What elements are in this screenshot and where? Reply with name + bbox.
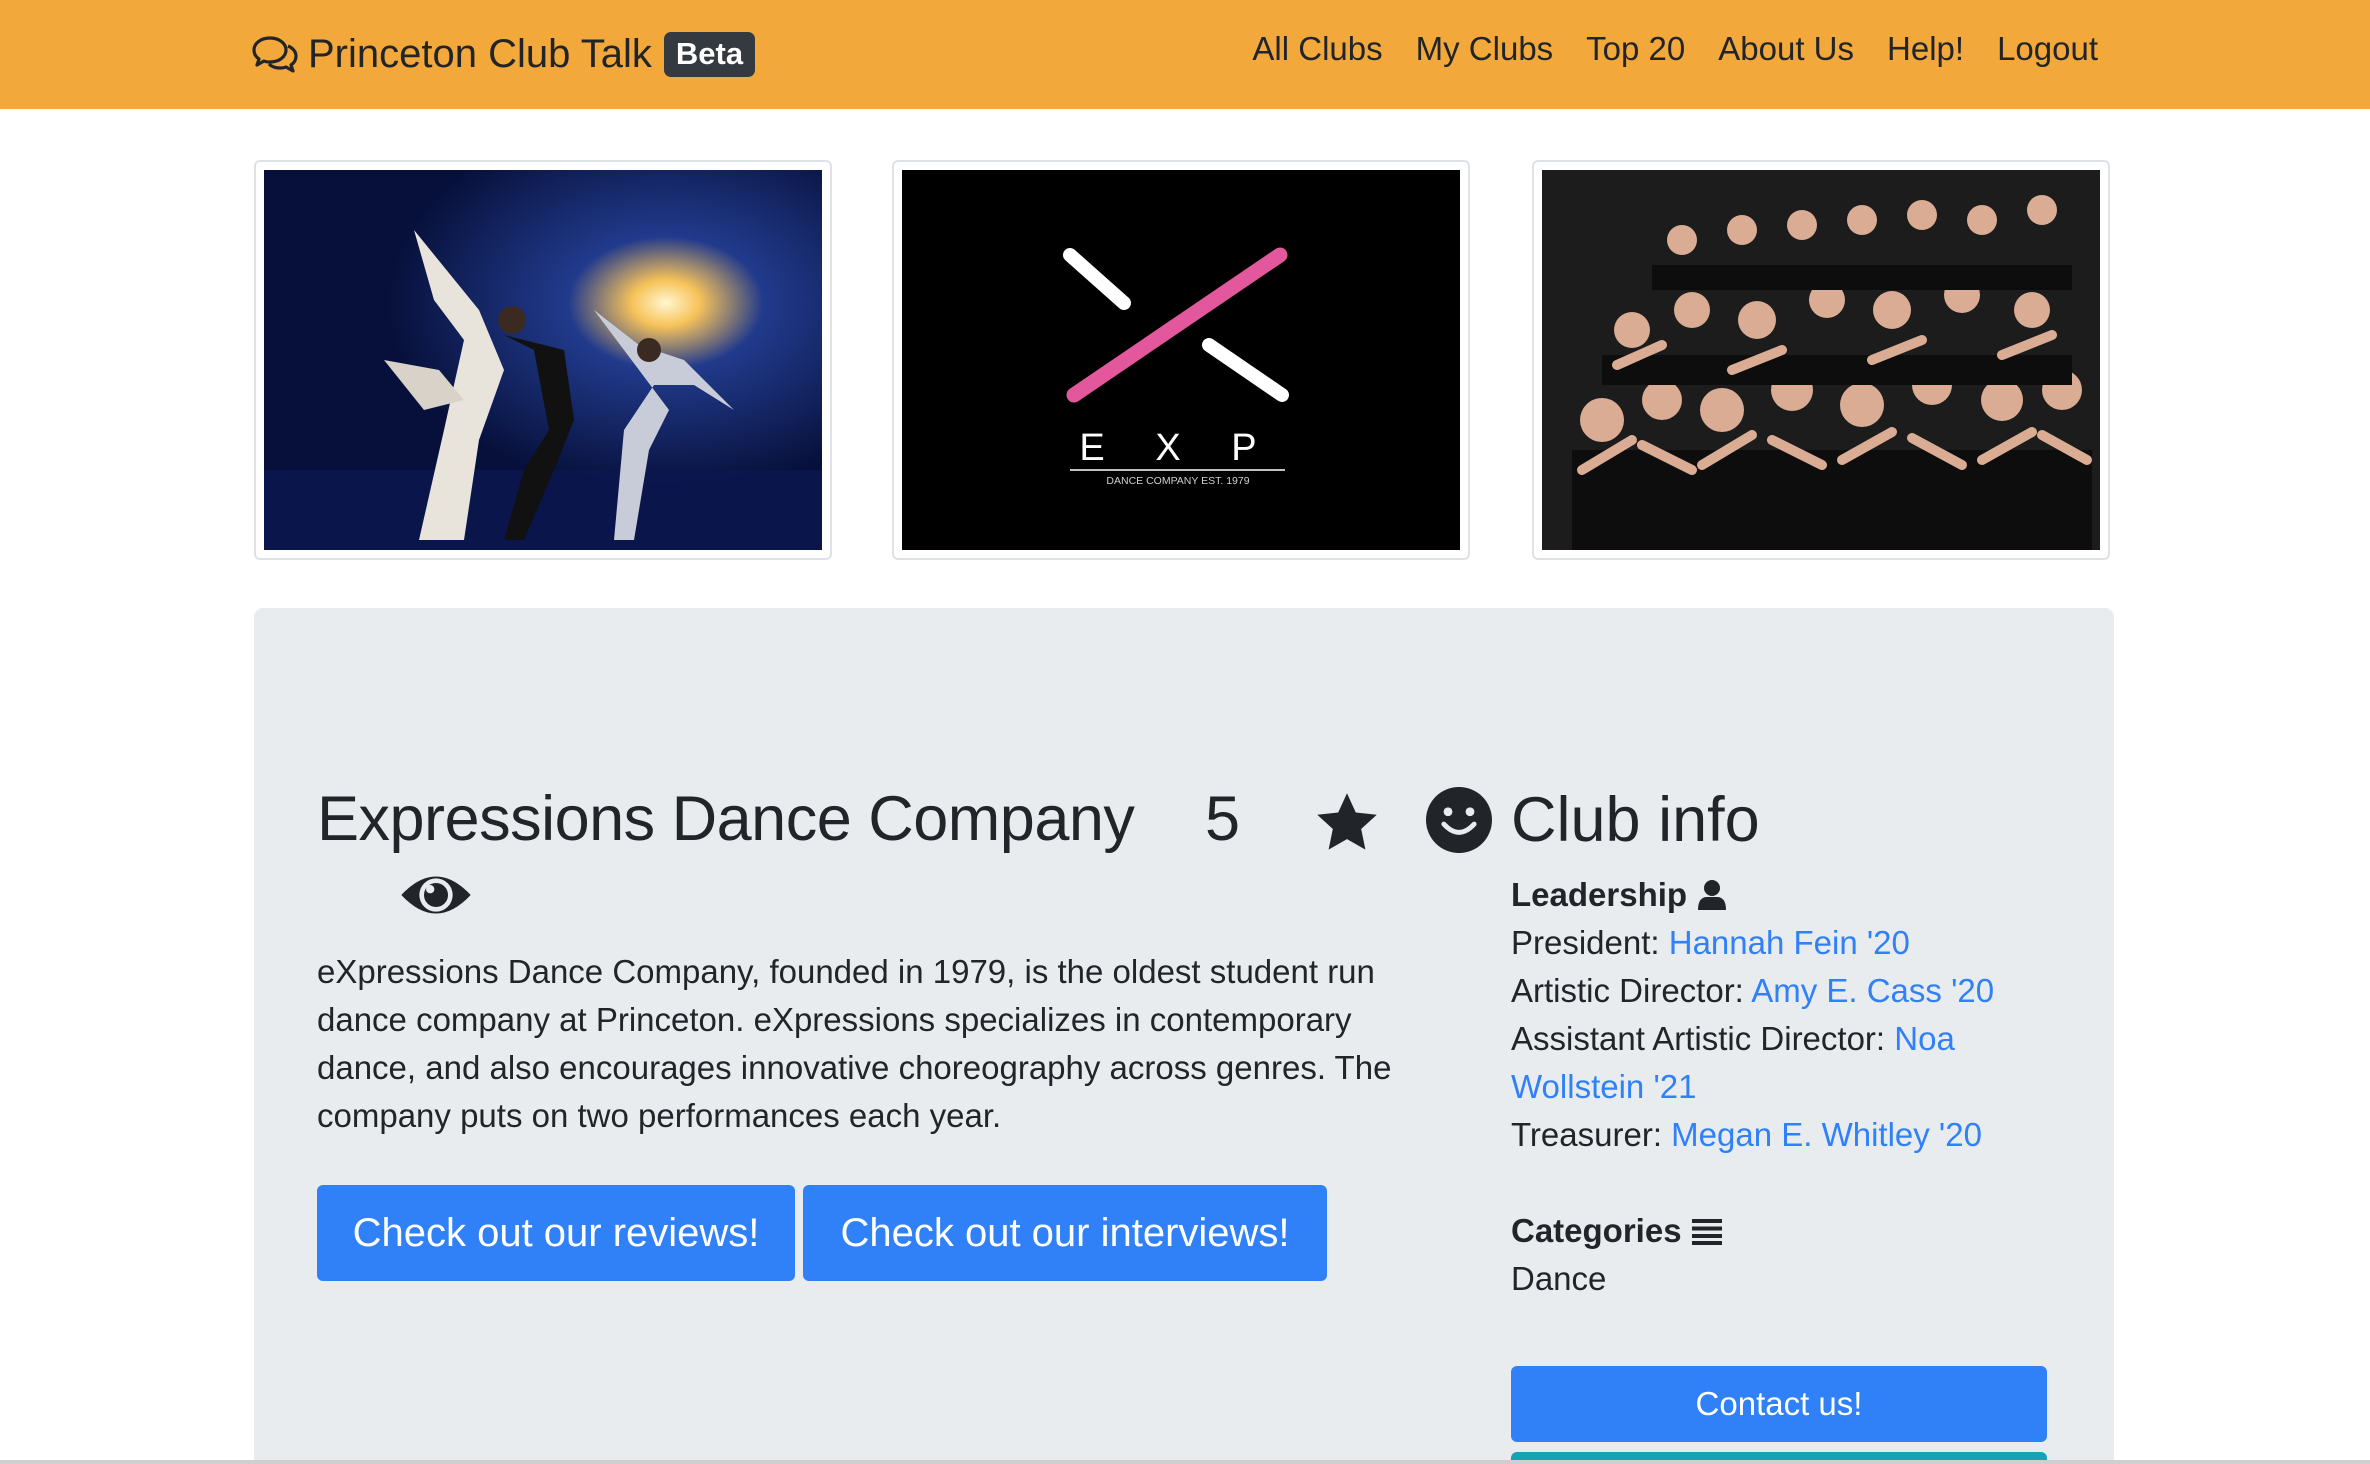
gallery-thumb-group[interactable] bbox=[1532, 160, 2110, 560]
leadership-heading: Leadership bbox=[1511, 871, 2047, 919]
navbar: Princeton Club Talk Beta All Clubs My Cl… bbox=[0, 0, 2370, 109]
list-icon bbox=[1691, 1219, 1722, 1245]
categories-heading: Categories bbox=[1511, 1207, 2047, 1255]
group-photo-icon bbox=[1542, 170, 2100, 550]
reviews-button[interactable]: Check out our reviews! bbox=[317, 1185, 795, 1281]
chat-bubbles-icon bbox=[252, 36, 298, 73]
leader-role: Artistic Director: bbox=[1511, 972, 1752, 1009]
brand[interactable]: Princeton Club Talk Beta bbox=[252, 26, 756, 82]
nav-top-20[interactable]: Top 20 bbox=[1586, 30, 1685, 68]
club-rating: 5 bbox=[1205, 784, 1241, 854]
nav-about-us[interactable]: About Us bbox=[1718, 30, 1854, 68]
leader-role: Assistant Artistic Director: bbox=[1511, 1020, 1895, 1057]
user-icon bbox=[1698, 880, 1727, 910]
star-icon[interactable] bbox=[1311, 789, 1383, 857]
beta-badge: Beta bbox=[663, 31, 756, 77]
nav-logout[interactable]: Logout bbox=[1997, 30, 2098, 68]
nav-my-clubs[interactable]: My Clubs bbox=[1416, 30, 1554, 68]
club-info-title: Club info bbox=[1511, 785, 1760, 855]
nav-links: All Clubs My Clubs Top 20 About Us Help!… bbox=[1219, 30, 2098, 68]
eye-icon[interactable] bbox=[399, 867, 473, 923]
contact-button[interactable]: Contact us! bbox=[1511, 1366, 2047, 1442]
dancers-photo-icon bbox=[264, 170, 822, 550]
categories-label: Categories bbox=[1511, 1212, 1682, 1249]
category-value: Dance bbox=[1511, 1260, 1607, 1297]
page-bottom-divider bbox=[0, 1460, 2370, 1464]
club-name: Expressions Dance Company bbox=[317, 784, 1135, 854]
action-buttons: Check out our reviews! Check out our int… bbox=[317, 1185, 1327, 1281]
leader-president: President: Hannah Fein '20 bbox=[1511, 919, 2047, 967]
club-jumbotron: Expressions Dance Company 5 eXpressions … bbox=[254, 608, 2114, 1464]
gallery-thumb-dancers[interactable] bbox=[254, 160, 832, 560]
exp-logo-text: E X P bbox=[1079, 427, 1276, 469]
leadership-label: Leadership bbox=[1511, 876, 1688, 913]
leader-link[interactable]: Hannah Fein '20 bbox=[1669, 924, 1910, 961]
exp-logo-icon: E X P DANCE COMPANY EST. 1979 bbox=[902, 170, 1460, 550]
photo-gallery: E X P DANCE COMPANY EST. 1979 bbox=[254, 160, 2114, 560]
interviews-button[interactable]: Check out our interviews! bbox=[803, 1185, 1327, 1281]
leader-assistant-artistic-director: Assistant Artistic Director: Noa Wollste… bbox=[1511, 1015, 2047, 1111]
leader-artistic-director: Artistic Director: Amy E. Cass '20 bbox=[1511, 967, 2047, 1015]
club-details: Expressions Dance Company 5 eXpressions … bbox=[317, 783, 1492, 1281]
smile-icon[interactable] bbox=[1426, 787, 1492, 853]
leader-treasurer: Treasurer: Megan E. Whitley '20 bbox=[1511, 1111, 2047, 1159]
nav-all-clubs[interactable]: All Clubs bbox=[1252, 30, 1382, 68]
leader-link[interactable]: Amy E. Cass '20 bbox=[1751, 972, 1994, 1009]
nav-help[interactable]: Help! bbox=[1887, 30, 1964, 68]
gallery-thumb-logo[interactable]: E X P DANCE COMPANY EST. 1979 bbox=[892, 160, 1470, 560]
club-description: eXpressions Dance Company, founded in 19… bbox=[317, 953, 1392, 1134]
leader-link[interactable]: Megan E. Whitley '20 bbox=[1671, 1116, 1982, 1153]
leader-role: Treasurer: bbox=[1511, 1116, 1672, 1153]
brand-name[interactable]: Princeton Club Talk bbox=[308, 32, 652, 77]
club-info: Club info Leadership President: Hannah F… bbox=[1511, 783, 2047, 1303]
leader-role: President: bbox=[1511, 924, 1669, 961]
exp-logo-subtext: DANCE COMPANY EST. 1979 bbox=[1106, 475, 1249, 487]
